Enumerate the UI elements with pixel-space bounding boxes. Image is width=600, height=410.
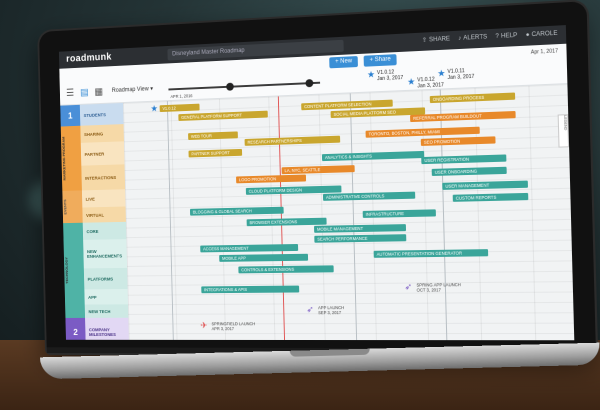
timeline-milestone: V1.0.12 Jan 3, 2017 <box>376 69 404 83</box>
roadmap-item[interactable]: V1.0.12 <box>159 103 200 113</box>
sublane-interactions[interactable]: INTERACTIONS <box>81 164 126 191</box>
lane-number-1: 1 <box>60 104 81 127</box>
app-screen: roadmunk Disneyland Master Roadmap ⇪ SHAR… <box>58 25 575 341</box>
header-action-label: ALERTS <box>463 33 488 42</box>
help-icon: ? <box>495 33 500 40</box>
header-actions: ⇪ SHARE ♪ ALERTS ? HELP ● CAROLE <box>422 30 558 44</box>
roadmap-item[interactable]: SEARCH PERFORMANCE <box>314 234 407 243</box>
roadmap-grid: 1 MARKETING PROGRAM EVENTS TECHNOLOGY 2 … <box>60 84 575 341</box>
timeline-milestone: V1.0.11 Jan 3, 2017 <box>447 68 475 82</box>
lane-group-label: EVENTS <box>62 199 68 215</box>
sublane-company-milestones[interactable]: COMPANY MILESTONES <box>85 317 130 341</box>
sublane-partner[interactable]: PARTNER <box>80 141 125 166</box>
bell-icon: ♪ <box>458 35 462 42</box>
laptop-notch <box>289 348 370 357</box>
new-button[interactable]: + New <box>329 56 359 69</box>
sublane-sharing[interactable]: SHARING <box>80 124 124 143</box>
header-action-label: HELP <box>500 32 518 40</box>
month-divider <box>166 101 174 340</box>
roadmap-item[interactable]: LA, NYC, SEATTLE <box>281 165 355 175</box>
sublane-app[interactable]: APP <box>84 288 128 305</box>
lane-group-label: MARKETING PROGRAM <box>61 136 67 181</box>
roadmap-item[interactable]: MOBILE MANAGEMENT <box>314 224 407 233</box>
lane-events: EVENTS <box>62 190 83 224</box>
date-range-label: Apr 1, 2017 <box>530 48 559 56</box>
roadmap-item[interactable]: SEO PROMOTION <box>420 136 496 146</box>
timeline-area[interactable]: Apr 1, 2016 ★ V1.0.12 GENERAL PLATFORM S… <box>122 84 575 341</box>
sublane-live[interactable]: LIVE <box>81 189 126 208</box>
lane-group-label: TECHNOLOGY <box>63 257 70 284</box>
roadmap-item[interactable]: ACCESS MANAGEMENT <box>200 244 299 253</box>
sublane-new-enhancements[interactable]: NEW ENHANCEMENTS <box>83 239 128 269</box>
view-filter-select[interactable]: Roadmap View ▾ <box>112 85 153 94</box>
roadmap-item[interactable]: BLOGGING & GLOBAL SEARCH <box>189 206 284 216</box>
sublane-virtual[interactable]: VIRTUAL <box>82 206 126 223</box>
sublane-platforms[interactable]: PLATFORMS <box>83 267 128 290</box>
sublane-core[interactable]: CORE <box>82 221 127 240</box>
milestone-star-icon: ★ <box>437 67 446 79</box>
roadmap-item[interactable]: ONBOARDING PROCESS <box>429 92 516 104</box>
roadmap-item[interactable]: MOBILE APP <box>219 253 309 262</box>
rocket-icon[interactable]: ➶ <box>306 304 314 314</box>
milestone-star-icon: ★ <box>407 76 416 87</box>
sublane-students[interactable]: STUDENTS <box>79 103 124 126</box>
roadmap-item[interactable]: RESEARCH PARTNERSHIPS <box>244 135 341 146</box>
roadmap-item[interactable]: INFRASTRUCTURE <box>362 209 436 218</box>
list-view-icon[interactable]: ☰ <box>65 88 75 99</box>
header-action-label: CAROLE <box>531 30 558 38</box>
roadmap-item[interactable]: LOGO PROMOTION <box>236 174 307 184</box>
roadmap-item[interactable]: PARTNER SUPPORT <box>188 148 243 158</box>
roadmap-item[interactable]: USER ONBOARDING <box>431 166 507 176</box>
roadmap-item[interactable]: REFERRAL PROGRAM BUILDOUT <box>410 110 516 123</box>
milestone-star-icon: ★ <box>150 103 159 114</box>
share-header-button[interactable]: ⇪ SHARE <box>422 35 450 44</box>
lane-number-2: 2 <box>65 317 86 341</box>
roadmap-item[interactable]: TORONTO, BOSTON, PHILLY, MIAMI <box>365 126 480 138</box>
help-header-button[interactable]: ? HELP <box>495 32 517 40</box>
timeline-zoom-slider[interactable] <box>168 81 321 91</box>
roadmap-item[interactable]: ANALYTICS & INSIGHTS <box>321 150 425 162</box>
laptop-lid: roadmunk Disneyland Master Roadmap ⇪ SHAR… <box>38 1 597 355</box>
milestone-label: SPRING APP LAUNCH Oct 3, 2017 <box>416 282 461 293</box>
roadmap-item[interactable]: AUTOMATIC PRESENTATION GENERATOR <box>373 249 489 258</box>
roadmap-item[interactable]: ADMINISTRATIVE CONTROLS <box>322 191 416 201</box>
month-divider <box>349 93 358 341</box>
slider-start-handle[interactable] <box>226 82 234 91</box>
milestone-label: SPRINGFIELD LAUNCH Apr 3, 2017 <box>211 321 256 332</box>
sublane-new-tech[interactable]: NEW TECH <box>84 304 129 318</box>
alerts-header-button[interactable]: ♪ ALERTS <box>458 33 487 42</box>
share-button[interactable]: + Share <box>363 54 397 67</box>
roadmap-item[interactable]: WEB TOUR <box>188 131 238 141</box>
lane-technology: TECHNOLOGY <box>63 222 86 318</box>
user-menu-button[interactable]: ● CAROLE <box>526 30 558 39</box>
milestone-star-icon: ★ <box>366 69 376 80</box>
milestone-label: APP LAUNCH Sep 3, 2017 <box>317 305 345 316</box>
slider-end-handle[interactable] <box>305 79 314 88</box>
grid-view-icon[interactable]: ▦ <box>94 87 104 98</box>
header-action-label: SHARE <box>428 35 451 43</box>
legend-tab[interactable]: LEGEND <box>557 114 570 148</box>
lane-marketing: MARKETING PROGRAM <box>60 125 82 191</box>
app-logo[interactable]: roadmunk <box>66 52 112 65</box>
roadmap-item[interactable]: INTEGRATIONS & APIS <box>201 285 300 294</box>
rocket-icon[interactable]: ➶ <box>404 282 412 292</box>
roadmap-item[interactable]: GENERAL PLATFORM SUPPORT <box>178 110 268 121</box>
timeline-view-icon[interactable]: ▤ <box>79 87 89 98</box>
timeline-date-label: Apr 1, 2016 <box>170 93 193 100</box>
roadmap-item[interactable]: USER MANAGEMENT <box>442 180 528 190</box>
roadmap-item[interactable]: USER REGISTRATION <box>421 154 507 165</box>
plane-icon[interactable]: ✈ <box>200 320 207 330</box>
share-icon: ⇪ <box>421 37 428 44</box>
roadmap-item[interactable]: CUSTOM REPORTS <box>452 192 529 202</box>
roadmap-item[interactable]: CONTROLS & EXTENSIONS <box>238 265 334 274</box>
user-icon: ● <box>525 31 530 38</box>
